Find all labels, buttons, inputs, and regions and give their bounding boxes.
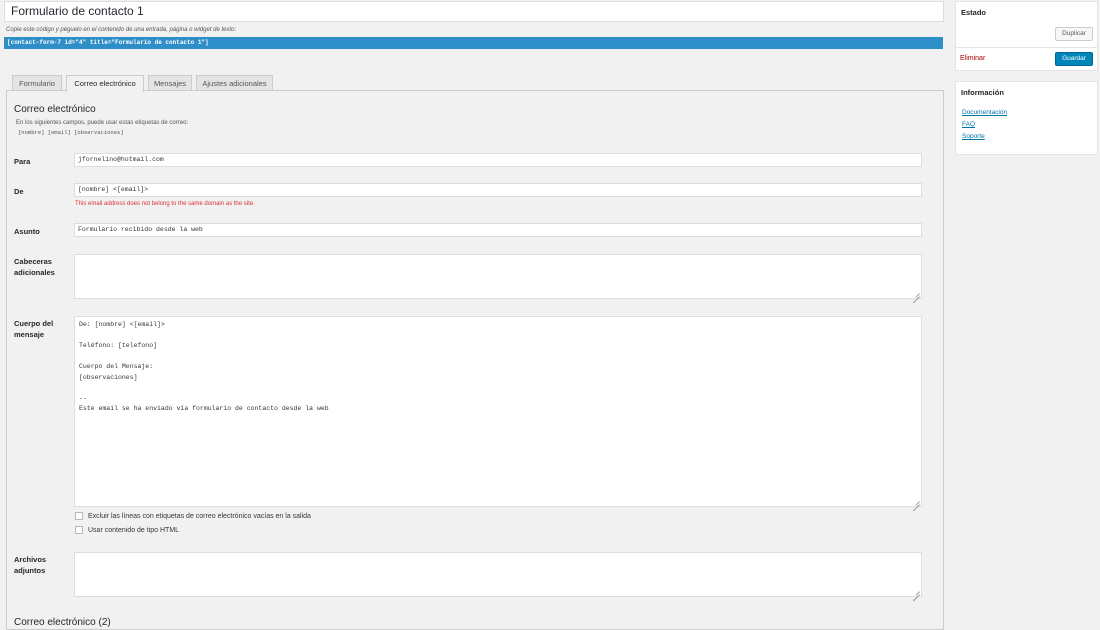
shortcode-field[interactable]: [contact-form-7 id="4" title="Formulario…: [4, 37, 943, 49]
mail-tags-list: [nombre] [email] [observaciones]: [18, 129, 124, 136]
use-html-label: Usar contenido de tipo HTML: [88, 526, 180, 534]
use-html-checkbox[interactable]: [75, 526, 83, 534]
body-line: [observaciones]: [79, 373, 138, 381]
body-textarea[interactable]: De: [nombre] <[email]> Teléfono: [telefo…: [74, 316, 922, 507]
body-line: [79, 383, 917, 394]
body-line: [79, 331, 917, 342]
body-line: [79, 352, 917, 363]
tab-mensajes[interactable]: Mensajes: [148, 75, 192, 91]
exclude-blank-option[interactable]: Excluir las líneas con etiquetas de corr…: [75, 512, 311, 520]
mail-tags-intro: En los siguientes campos, puede usar est…: [16, 120, 189, 126]
exclude-blank-label: Excluir las líneas con etiquetas de corr…: [88, 512, 311, 520]
headers-label: Cabeceras adicionales: [14, 257, 55, 277]
from-field[interactable]: [nombre] <[email]>: [74, 183, 922, 197]
body-label: Cuerpo del mensaje: [14, 319, 54, 339]
body-line: Cuerpo del Mensaje:: [79, 363, 154, 370]
from-error-message: This email address does not belong to th…: [75, 201, 255, 207]
mail2-section-title: Correo electrónico (2): [14, 617, 111, 628]
documentation-link[interactable]: Documentación: [962, 109, 1007, 116]
status-divider: [955, 47, 1098, 48]
body-line: De: [nombre] <[email]>: [79, 321, 165, 328]
body-line: Teléfono: [telefono]: [79, 342, 158, 349]
resize-grip-icon[interactable]: [913, 498, 920, 505]
shortcode-hint: Copie este código y péguelo en el conten…: [6, 27, 237, 33]
form-title-input[interactable]: Formulario de contacto 1: [4, 1, 944, 22]
tab-ajustes-adicionales[interactable]: Ajustes adicionales: [196, 75, 273, 91]
info-box-title: Información: [961, 88, 1004, 97]
duplicate-button[interactable]: Duplicar: [1055, 27, 1093, 41]
tab-correo-electronico[interactable]: Correo electrónico: [66, 75, 144, 92]
use-html-option[interactable]: Usar contenido de tipo HTML: [75, 526, 179, 534]
attachments-label: Archivos adjuntos: [14, 555, 47, 575]
from-label: De: [14, 187, 24, 196]
status-box-title: Estado: [961, 8, 987, 17]
resize-grip-icon[interactable]: [913, 290, 920, 297]
exclude-blank-checkbox[interactable]: [75, 512, 83, 520]
to-label: Para: [14, 157, 31, 166]
support-link[interactable]: Soporte: [962, 133, 985, 140]
faq-link[interactable]: FAQ: [962, 121, 975, 128]
subject-field[interactable]: Formulario recibido desde la web: [74, 223, 922, 237]
body-line: Este email se ha enviado vía formulario …: [79, 405, 329, 412]
save-button[interactable]: Guardar: [1055, 52, 1093, 66]
section-title: Correo electrónico: [14, 104, 96, 115]
headers-textarea[interactable]: [74, 254, 922, 299]
resize-grip-icon[interactable]: [913, 588, 920, 595]
body-line: --: [79, 394, 87, 402]
delete-link[interactable]: Eliminar: [960, 55, 985, 62]
attachments-textarea[interactable]: [74, 552, 922, 597]
subject-label: Asunto: [14, 227, 40, 236]
to-field[interactable]: jfornelino@hotmail.com: [74, 153, 922, 167]
tab-formulario[interactable]: Formulario: [12, 75, 62, 91]
